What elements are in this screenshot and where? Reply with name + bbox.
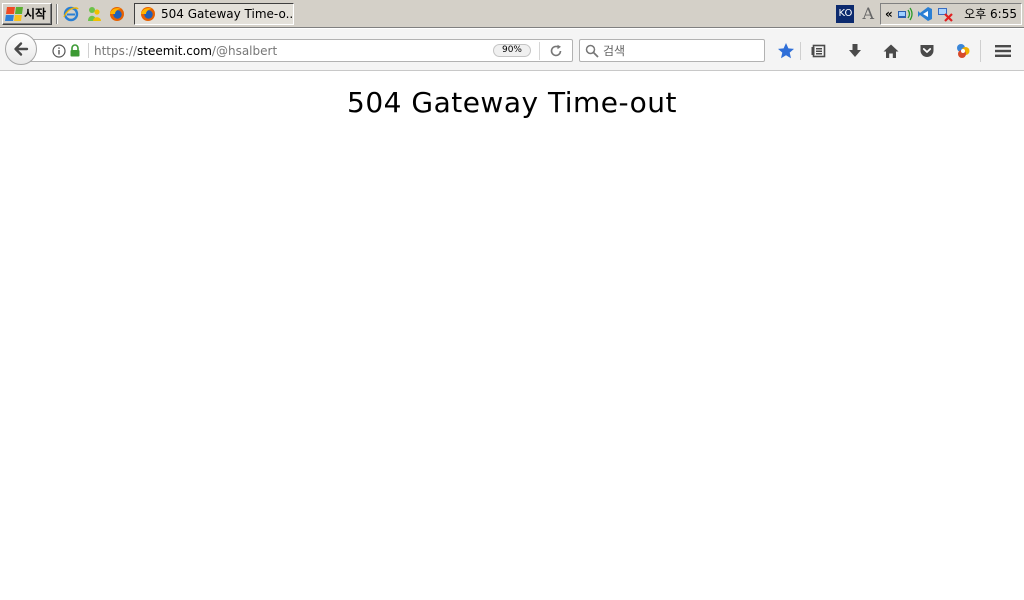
reload-icon xyxy=(550,44,562,56)
lock-icon[interactable] xyxy=(67,43,83,59)
system-tray: « 오후 6:55 xyxy=(880,2,1022,25)
bookmark-star-icon xyxy=(778,42,794,58)
url-host: steemit.com xyxy=(137,43,212,58)
back-arrow-icon xyxy=(14,42,29,56)
messenger-icon[interactable] xyxy=(85,5,103,23)
home-button[interactable] xyxy=(873,39,909,62)
toolbar xyxy=(772,39,981,62)
windows-logo-icon xyxy=(5,6,23,21)
bookmarks-menu-button[interactable] xyxy=(801,39,837,62)
page-content: 504 Gateway Time-out xyxy=(0,72,1024,600)
download-arrow-icon xyxy=(849,43,861,57)
url-bar[interactable]: https://steemit.com/@hsalbert 90% xyxy=(30,39,573,62)
page-title: 504 Gateway Time-out xyxy=(347,86,677,119)
ime-font-icon[interactable]: A xyxy=(862,4,874,23)
taskbar-window-label: 504 Gateway Time-o... xyxy=(161,6,294,21)
extension-icon xyxy=(957,43,970,58)
pocket-icon xyxy=(920,44,934,57)
clock[interactable]: 오후 6:55 xyxy=(964,5,1017,22)
open-menu-button[interactable] xyxy=(988,39,1018,62)
search-input[interactable] xyxy=(603,43,753,58)
vscode-icon[interactable] xyxy=(917,6,933,22)
reload-button[interactable] xyxy=(540,40,572,61)
taskbar-window-firefox[interactable]: 504 Gateway Time-o... xyxy=(134,2,294,25)
back-button[interactable] xyxy=(5,33,37,65)
search-icon xyxy=(585,44,599,58)
language-bar: KO A xyxy=(836,4,874,23)
taskbar: 시작 504 Gateway Time-o... KO A « 오후 6:55 xyxy=(0,0,1024,28)
site-info-icon[interactable] xyxy=(51,43,67,59)
zoom-reset-button[interactable]: 90% xyxy=(492,44,531,57)
network-icon[interactable] xyxy=(897,6,913,22)
bookmark-star-button[interactable] xyxy=(772,39,800,62)
home-icon xyxy=(883,44,899,58)
url-text[interactable]: https://steemit.com/@hsalbert xyxy=(94,44,493,58)
quicklaunch-divider xyxy=(56,3,58,24)
network-disconnected-icon[interactable] xyxy=(937,6,953,22)
browser-navbar: https://steemit.com/@hsalbert 90% xyxy=(0,29,1024,71)
downloads-button[interactable] xyxy=(837,39,873,62)
menu-divider xyxy=(980,40,981,62)
extension-button[interactable] xyxy=(945,39,981,62)
bookmarks-list-icon xyxy=(811,44,826,57)
hamburger-menu-icon xyxy=(995,44,1011,57)
url-scheme: https:// xyxy=(94,43,138,58)
firefox-icon xyxy=(140,6,156,22)
start-button[interactable]: 시작 xyxy=(2,2,52,25)
ime-ko-indicator[interactable]: KO xyxy=(836,4,855,23)
pocket-button[interactable] xyxy=(909,39,945,62)
url-divider xyxy=(88,43,89,58)
url-path: /@hsalbert xyxy=(211,43,278,58)
tray-expand-button[interactable]: « xyxy=(885,7,893,21)
ie-icon[interactable] xyxy=(62,5,80,23)
firefox-icon[interactable] xyxy=(108,5,126,23)
start-label: 시작 xyxy=(24,7,47,21)
search-bar[interactable] xyxy=(579,39,765,62)
quick-launch xyxy=(62,5,126,23)
